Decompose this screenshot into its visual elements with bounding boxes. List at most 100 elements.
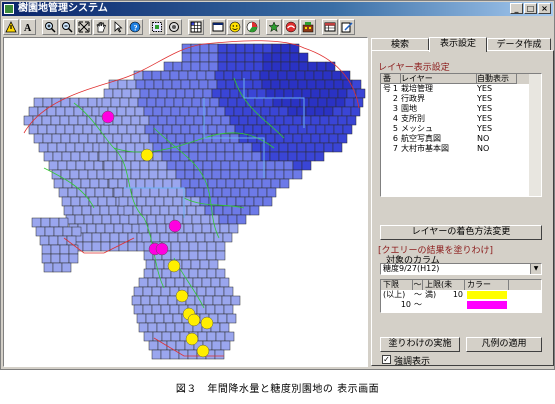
- close-button[interactable]: ×: [538, 3, 551, 14]
- zoom-out-icon[interactable]: [59, 19, 75, 35]
- face-icon[interactable]: [227, 19, 243, 35]
- map-icon[interactable]: [283, 19, 299, 35]
- mesh-cell: [73, 106, 84, 117]
- mesh-cell: [197, 151, 208, 162]
- range-lower[interactable]: [381, 290, 413, 300]
- mesh-cell: [191, 214, 202, 225]
- select-rect-icon[interactable]: [149, 19, 165, 35]
- mesh-cell: [297, 79, 308, 90]
- layer-color-method-button[interactable]: レイヤーの着色方法変更: [380, 225, 542, 240]
- minimize-button[interactable]: _: [510, 3, 523, 14]
- mesh-cell: [121, 115, 132, 126]
- star-icon[interactable]: [266, 19, 282, 35]
- mesh-cell: [317, 97, 328, 108]
- mesh-cell: [236, 214, 247, 225]
- range-lower[interactable]: 10: [381, 300, 413, 310]
- layer-row[interactable]: 3 園地 YES: [381, 104, 541, 114]
- layer-row[interactable]: 4 支所別 YES: [381, 114, 541, 124]
- table-icon[interactable]: [322, 19, 338, 35]
- identify-icon[interactable]: ?: [127, 19, 143, 35]
- layer-window-icon[interactable]: [210, 19, 226, 35]
- mesh-cell: [48, 235, 59, 246]
- mesh-cell: [134, 106, 145, 117]
- text-icon[interactable]: A: [20, 19, 36, 35]
- mesh-cell: [87, 133, 98, 144]
- mesh-cell: [154, 196, 165, 207]
- map-canvas[interactable]: [4, 38, 367, 366]
- mesh-cell: [310, 115, 321, 126]
- mesh-cell: [344, 97, 355, 108]
- mesh-cell: [278, 106, 289, 117]
- layer-row[interactable]: 7 大村市基本図 NO: [381, 144, 541, 154]
- mesh-cell: [310, 133, 321, 144]
- mesh-cell: [41, 115, 52, 126]
- mesh-cell: [75, 160, 86, 171]
- zoom-in-icon[interactable]: [42, 19, 58, 35]
- layer-table[interactable]: 番号 レイヤー 自動表示 1 栽培管理 YES 2 行政界 YES 3 園地 YES 4 支所別 YE…: [380, 73, 542, 197]
- mesh-cell: [238, 160, 249, 171]
- mesh-cell: [238, 115, 249, 126]
- mesh-cell: [131, 187, 142, 198]
- locate-icon[interactable]: [166, 19, 182, 35]
- mesh-cell: [161, 331, 172, 342]
- column-header-color: カラー: [465, 280, 509, 290]
- mesh-cell: [181, 196, 192, 207]
- mesh-cell: [152, 151, 163, 162]
- building-icon[interactable]: [300, 19, 316, 35]
- mesh-cell: [61, 151, 72, 162]
- range-table[interactable]: 下限(以上) ～ 上限(未満) カラー ～ 10 10 ～: [380, 279, 542, 313]
- mesh-cell: [202, 88, 213, 99]
- maximize-button[interactable]: □: [524, 3, 537, 14]
- grid-icon[interactable]: [188, 19, 204, 35]
- mesh-cell: [55, 124, 66, 135]
- layer-row[interactable]: 2 行政界 YES: [381, 94, 541, 104]
- map-view[interactable]: [3, 37, 368, 367]
- mesh-cell: [139, 88, 150, 99]
- mesh-cell: [50, 115, 61, 126]
- mesh-cell: [332, 142, 343, 153]
- mesh-cell: [217, 196, 228, 207]
- pie-icon[interactable]: [244, 19, 260, 35]
- select-arrow-icon[interactable]: [110, 19, 126, 35]
- range-color-swatch[interactable]: [467, 291, 507, 299]
- emphasis-checkbox[interactable]: ✓: [382, 355, 391, 364]
- tab-display-settings[interactable]: 表示設定: [429, 37, 487, 52]
- mesh-cell: [157, 160, 168, 171]
- mesh-cell: [166, 169, 177, 180]
- layer-row[interactable]: 6 航空写真図 NO: [381, 134, 541, 144]
- mesh-cell: [233, 142, 244, 153]
- mesh-cell: [217, 52, 228, 63]
- title-bar[interactable]: 樹園地管理システム _ □ ×: [2, 2, 553, 16]
- column-header-layer[interactable]: レイヤー: [401, 74, 477, 84]
- mesh-cell: [112, 133, 123, 144]
- column-header-number[interactable]: 番号: [381, 74, 401, 93]
- range-row[interactable]: 10 ～: [381, 300, 541, 310]
- edit-icon[interactable]: [339, 19, 355, 35]
- mesh-cell: [215, 250, 226, 261]
- mesh-cell: [306, 124, 317, 135]
- full-extent-icon[interactable]: [76, 19, 92, 35]
- target-column-select[interactable]: 糖度9/27(H12) ▼: [380, 263, 542, 275]
- mesh-cell: [110, 97, 121, 108]
- mesh-cell: [68, 253, 79, 264]
- apply-legend-button[interactable]: 凡例の適用: [466, 337, 542, 352]
- layer-table-scrollbar[interactable]: [529, 74, 541, 196]
- mesh-cell: [53, 226, 64, 237]
- warning-icon[interactable]: [3, 19, 19, 35]
- layer-row[interactable]: 5 メッシュ YES: [381, 124, 541, 134]
- column-header-auto-display[interactable]: 自動表示: [477, 74, 517, 84]
- mesh-cell: [355, 88, 366, 99]
- range-upper[interactable]: [423, 300, 465, 310]
- mesh-cell: [149, 295, 160, 306]
- mesh-cell: [83, 142, 94, 153]
- pan-hand-icon[interactable]: [93, 19, 109, 35]
- mesh-cell: [193, 88, 204, 99]
- layer-row[interactable]: 1 栽培管理 YES: [381, 84, 541, 94]
- range-upper[interactable]: 10: [423, 290, 465, 300]
- orchard-marker-low-sugar: [200, 316, 214, 330]
- range-color-swatch[interactable]: [467, 301, 507, 309]
- mesh-cell: [160, 349, 171, 360]
- chevron-down-icon[interactable]: ▼: [530, 264, 541, 274]
- range-row[interactable]: ～ 10: [381, 290, 541, 300]
- apply-fill-button[interactable]: 塗りわけの実施: [380, 337, 460, 352]
